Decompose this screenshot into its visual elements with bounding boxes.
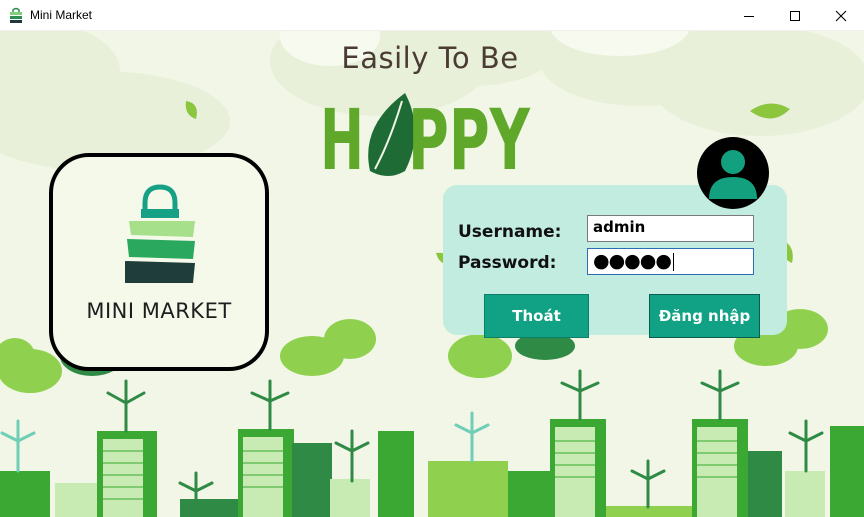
password-label: Password:: [458, 253, 557, 273]
logo-panel: MINI MARKET: [49, 153, 269, 371]
username-label: Username:: [458, 222, 562, 242]
close-icon: [835, 10, 847, 21]
logo-text: MINI MARKET: [86, 299, 232, 323]
text-caret: [672, 252, 674, 271]
exit-button[interactable]: Thoát: [484, 294, 589, 338]
maximize-button[interactable]: [772, 0, 818, 31]
title-bar: Mini Market: [0, 0, 864, 31]
user-avatar: [697, 137, 769, 209]
shopping-bag-icon: [125, 184, 195, 283]
minimize-button[interactable]: [726, 0, 772, 31]
username-value: admin: [593, 218, 646, 236]
happy-headline: H PPY: [320, 91, 531, 189]
svg-text:PPY: PPY: [408, 91, 531, 189]
password-value: ●●●●●: [593, 250, 672, 272]
svg-text:H: H: [320, 91, 364, 189]
login-button[interactable]: Đăng nhập: [649, 294, 760, 338]
minimize-icon: [744, 15, 754, 17]
password-input[interactable]: ●●●●●: [587, 248, 754, 275]
tagline-text: Easily To Be: [341, 41, 519, 75]
window-title: Mini Market: [30, 8, 93, 22]
maximize-icon: [790, 10, 800, 21]
app-icon: [10, 7, 22, 23]
close-button[interactable]: [818, 0, 864, 31]
login-scene: H PPY Easily To Be MINI MARKET Username:…: [0, 31, 864, 517]
user-icon: [709, 150, 757, 199]
username-input[interactable]: admin: [587, 215, 754, 242]
